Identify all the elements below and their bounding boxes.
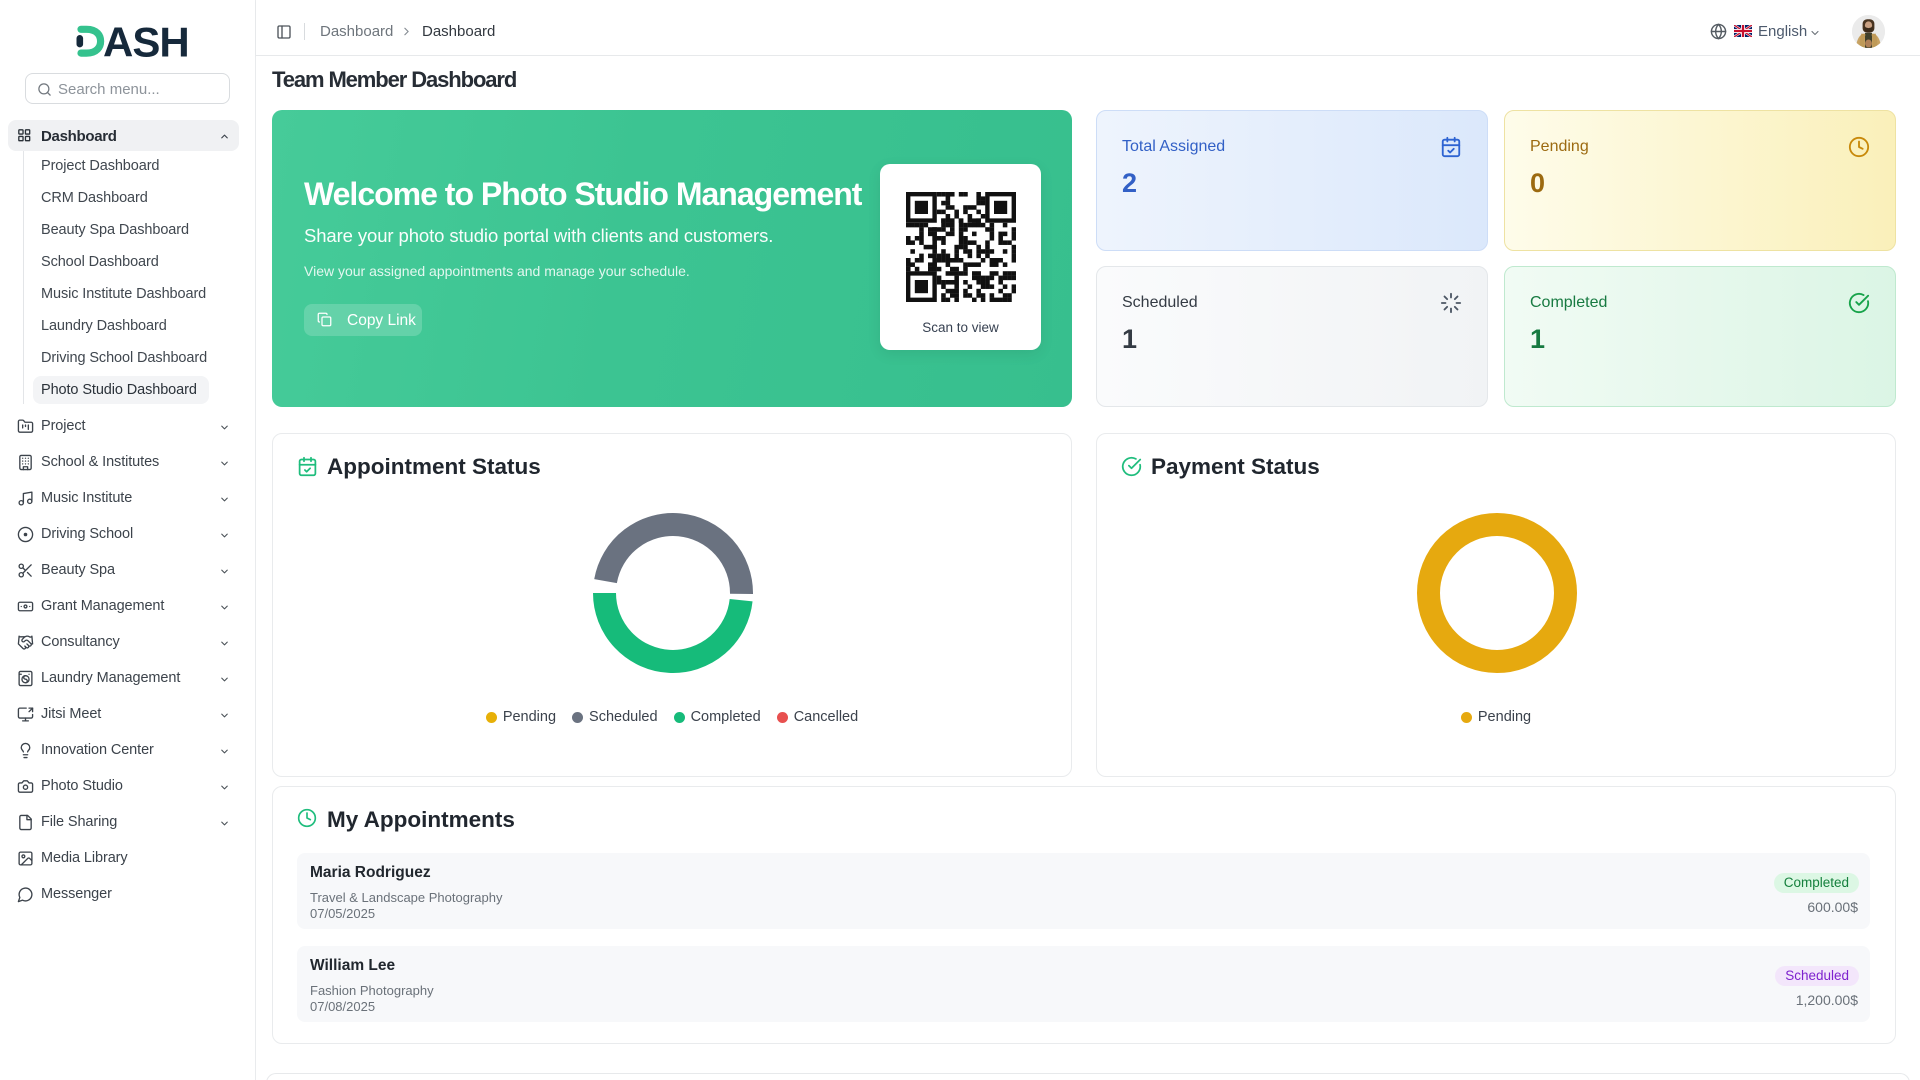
svg-text:ASH: ASH bbox=[103, 24, 188, 64]
